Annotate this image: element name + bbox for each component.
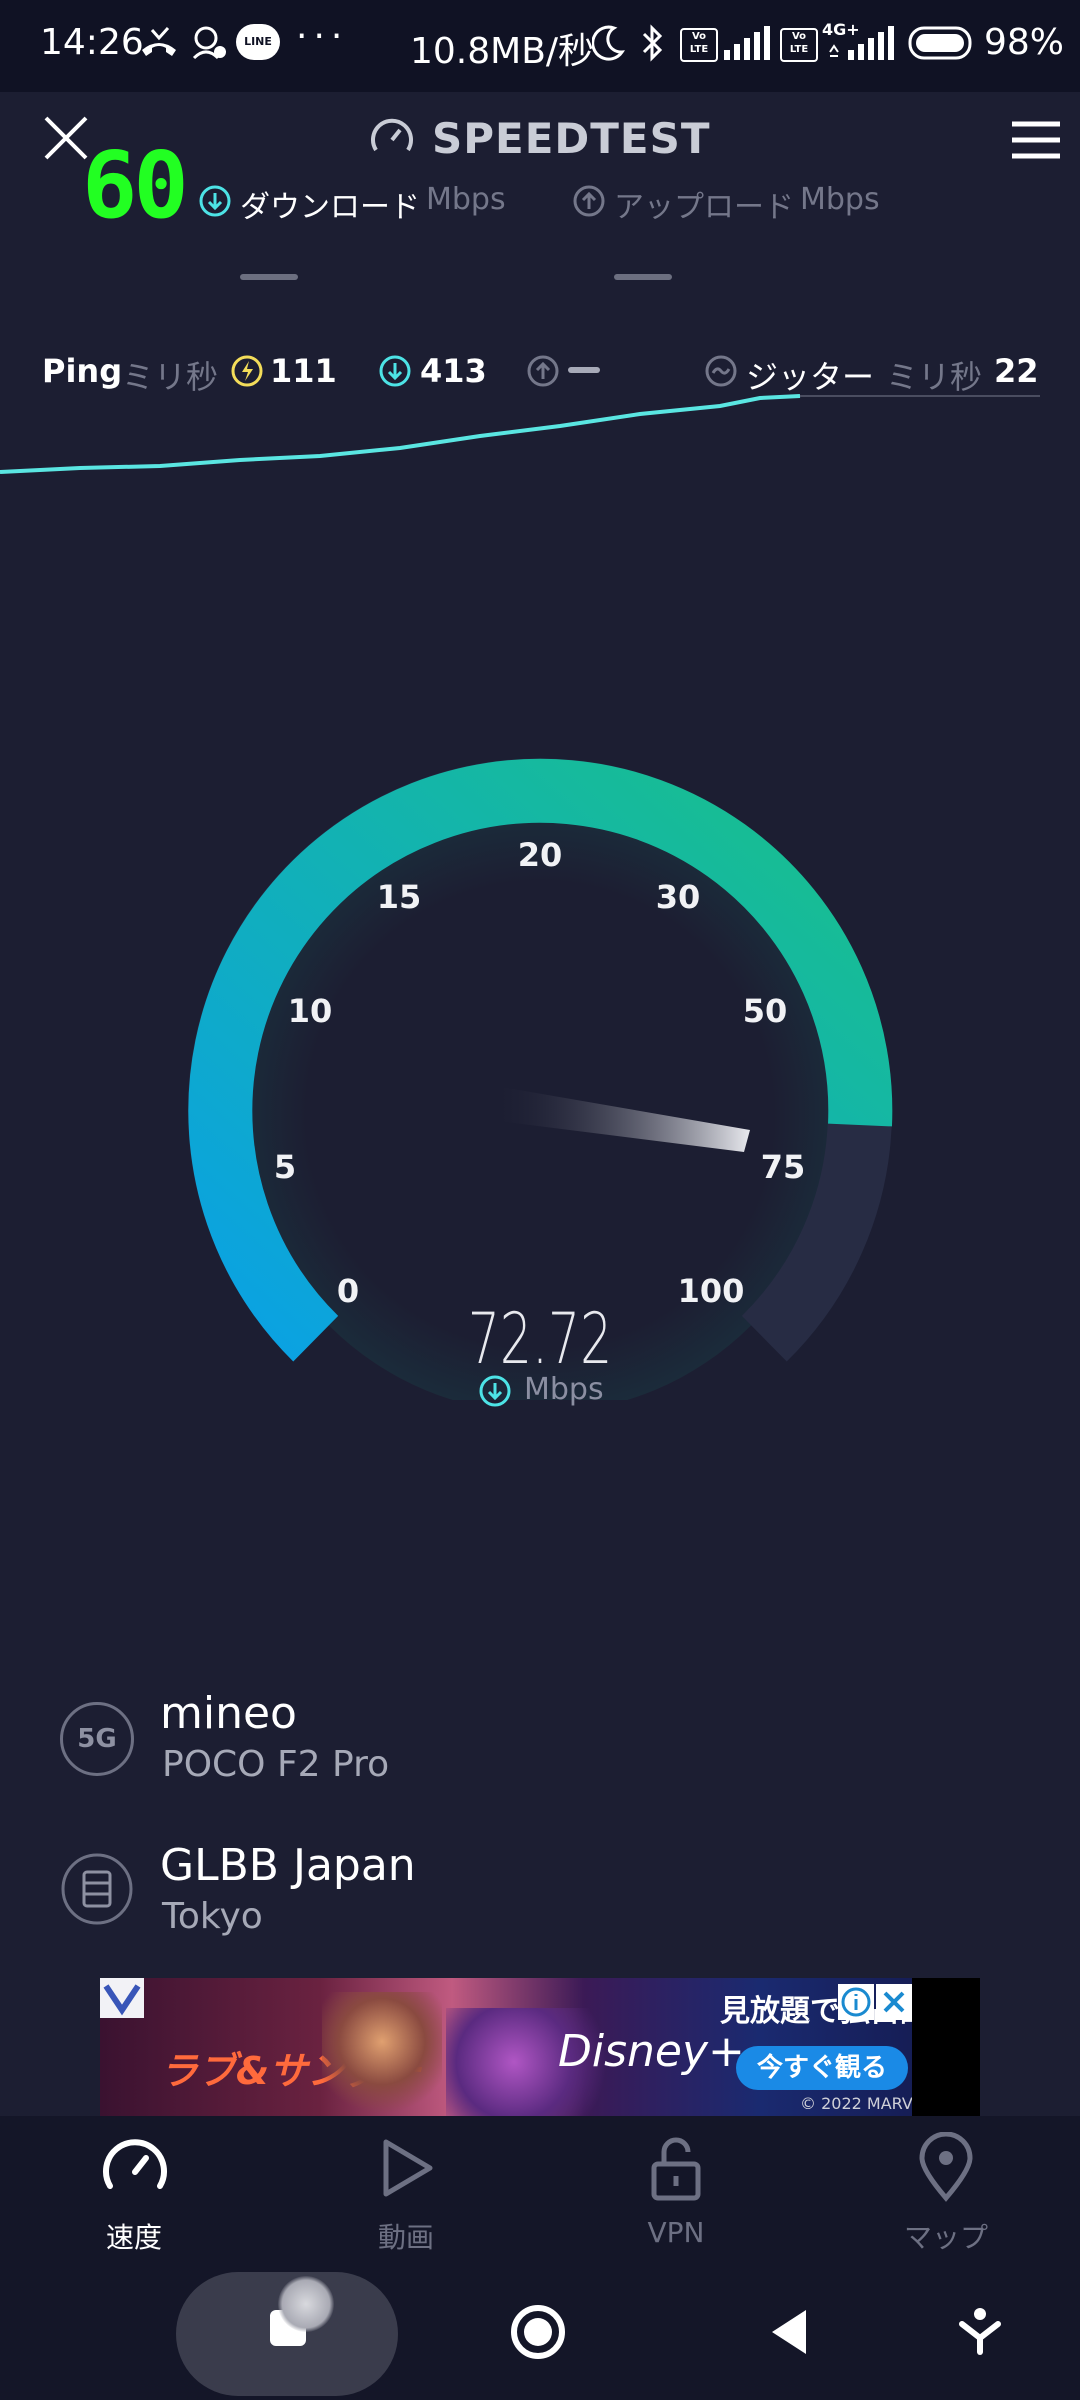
map-pin-icon (919, 2132, 973, 2202)
speed-tab-icon (103, 2139, 167, 2189)
server-icon (61, 1853, 133, 1925)
server-location: Tokyo (162, 1896, 263, 1937)
jitter-value: 22 (994, 352, 1039, 390)
bluetooth-icon (642, 24, 663, 62)
speed-value: 72.72 (467, 1298, 613, 1380)
fps-counter: 60 (82, 132, 189, 239)
download-unit: Mbps (426, 182, 506, 217)
volte-badge-2: Vo LTE (780, 28, 818, 62)
network-speed: 10.8MB/秒 (410, 31, 595, 72)
nav-label-video: 動画 (377, 2221, 434, 2254)
download-ping-icon (379, 355, 411, 387)
ad-logo-icon (100, 1978, 144, 2018)
ping-label: Ping (42, 352, 123, 390)
moon-icon (592, 25, 625, 61)
missed-call-icon (142, 26, 176, 56)
ad-brand: Disney+ (558, 2026, 745, 2077)
play-icon (383, 2139, 433, 2197)
page-title: SPEEDTEST (432, 114, 711, 163)
upload-ping-icon (527, 355, 559, 387)
nav-label-speed: 速度 (105, 2221, 162, 2254)
accessibility-button[interactable] (958, 2306, 1002, 2356)
network-5g-icon: 5G (60, 1702, 134, 1776)
download-ping-value: 413 (420, 352, 487, 390)
nav-label-vpn: VPN (647, 2216, 705, 2249)
speedtest-logo-icon (371, 118, 413, 152)
gauge-tick-50: 50 (742, 992, 788, 1030)
download-icon (199, 185, 231, 217)
device-name: POCO F2 Pro (162, 1744, 390, 1785)
gauge-tick-30: 30 (655, 878, 701, 916)
ad-info-icon[interactable] (838, 1984, 874, 2020)
ping-value: 111 (270, 352, 337, 390)
gauge-tick-10: 10 (287, 992, 333, 1030)
assistant-icon (192, 26, 226, 60)
home-button[interactable] (508, 2302, 568, 2362)
upload-unit: Mbps (800, 182, 880, 217)
ping-icon (231, 355, 263, 387)
gauge-tick-20: 20 (517, 836, 563, 874)
speed-graph (0, 394, 1040, 474)
ad-close-icon[interactable] (876, 1984, 912, 2020)
gauge-tick-5: 5 (273, 1148, 297, 1186)
signal-icon-2 (829, 26, 894, 60)
signal-icon-1 (724, 26, 770, 60)
more-notifications-icon: ··· (296, 16, 349, 57)
volte-badge-1: Vo LTE (680, 28, 718, 62)
upload-icon (573, 185, 605, 217)
server-name[interactable]: GLBB Japan (160, 1840, 416, 1891)
ad-side-panel (912, 1978, 980, 2116)
nav-label-map: マップ (903, 2221, 988, 2254)
battery-level: 98% (984, 22, 1065, 63)
menu-icon[interactable] (1010, 120, 1062, 160)
battery-icon (908, 26, 972, 60)
assistive-touch-icon[interactable] (278, 2276, 334, 2332)
speed-gauge (188, 758, 893, 1400)
download-label: ダウンロード (240, 190, 420, 225)
lock-icon (651, 2137, 701, 2201)
status-bar: 14:26 LINE ··· 10.8MB/秒 Vo LTE Vo LTE 4G… (0, 0, 1080, 92)
provider-name[interactable]: mineo (160, 1688, 297, 1739)
download-placeholder-dash (240, 274, 298, 280)
line-icon: LINE (236, 24, 280, 60)
gauge-tick-75: 75 (760, 1148, 806, 1186)
gauge-tick-15: 15 (376, 878, 422, 916)
upload-label: アップロード (614, 190, 794, 225)
upload-ping-dash (568, 367, 600, 373)
ad-cta-button[interactable]: 今すぐ観る (736, 2046, 908, 2090)
jitter-icon (705, 355, 737, 387)
speed-unit: Mbps (524, 1372, 604, 1407)
status-time: 14:26 (40, 22, 144, 63)
back-button[interactable] (766, 2306, 812, 2358)
upload-placeholder-dash (614, 274, 672, 280)
ad-banner[interactable]: ラブ&サンダー Disney+ 見放題で独占配信 今すぐ観る © 2022 MA… (100, 1978, 980, 2116)
ad-hero-image (322, 1992, 442, 2116)
speed-download-icon (479, 1375, 511, 1407)
